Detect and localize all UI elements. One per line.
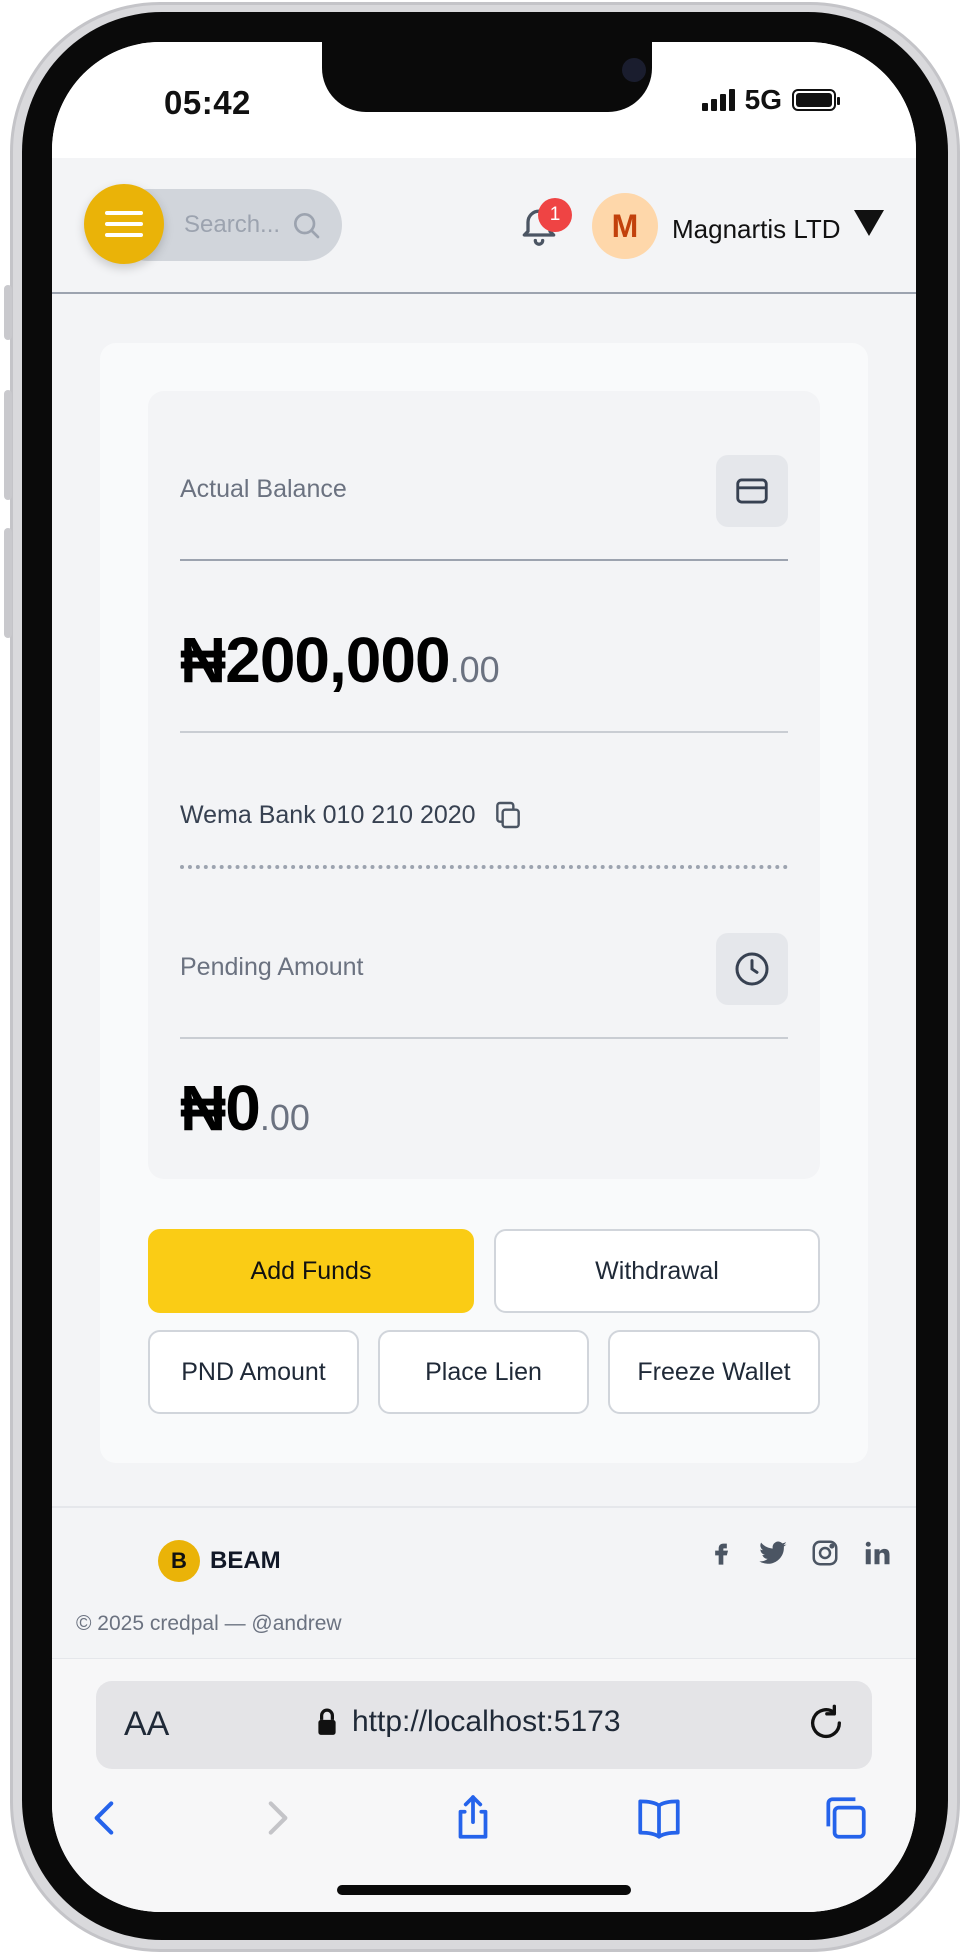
search-icon[interactable] [290,209,322,241]
company-name[interactable]: Magnartis LTD [672,214,841,245]
status-indicators: 5G [701,84,840,116]
url-text: http://localhost:5173 [352,1705,621,1738]
top-navbar: 1 M Magnartis LTD [52,158,916,294]
freeze-wallet-button[interactable]: Freeze Wallet [608,1330,820,1414]
actual-balance-cents: .00 [449,649,500,690]
phone-volume-up [4,390,12,500]
pending-amount-label: Pending Amount [180,953,364,981]
pending-amount-value: ₦0 [180,1072,261,1144]
front-camera [622,58,646,82]
hamburger-menu-button[interactable] [84,184,164,264]
battery-icon [792,89,840,111]
divider [180,559,788,561]
clock-icon-tile [716,933,788,1005]
pending-amount: ₦0 .00 [180,1071,310,1145]
actual-balance-value: ₦200,000 [180,624,451,696]
brand-name: BEAM [210,1547,281,1574]
url-display[interactable]: http://localhost:5173 [316,1705,621,1739]
actual-balance-amount: ₦200,000 .00 [180,623,500,697]
browser-nav-row [52,1793,916,1853]
dotted-divider [180,865,788,869]
address-bar[interactable]: AA http://localhost:5173 [96,1681,872,1769]
divider [180,1037,788,1039]
chevron-down-icon[interactable] [854,210,884,236]
back-icon[interactable] [80,1793,130,1843]
browser-toolbar: AA http://localhost:5173 [52,1658,916,1912]
menu-icon [105,211,143,215]
pnd-amount-button[interactable]: PND Amount [148,1330,359,1414]
wallet-card: Actual Balance ₦200,000 .00 Wema Bank 01… [148,391,820,1179]
withdrawal-button[interactable]: Withdrawal [494,1229,820,1313]
share-icon[interactable] [448,1793,498,1843]
signal-icon [701,89,735,111]
brand-logo-icon: B [158,1540,200,1582]
footer: B BEAM © 2025 credpal — @andrew [52,1506,916,1658]
notification-badge: 1 [538,198,572,232]
pending-amount-cents: .00 [259,1097,310,1138]
search-input[interactable] [184,211,294,239]
card-icon-tile [716,455,788,527]
dynamic-island [322,42,652,112]
avatar[interactable]: M [592,193,658,259]
social-links [704,1536,894,1570]
add-funds-button[interactable]: Add Funds [148,1229,474,1313]
network-type: 5G [744,84,782,115]
bookmarks-icon[interactable] [634,1793,684,1843]
facebook-icon[interactable] [704,1536,738,1570]
clock-icon [735,952,769,986]
status-bar: 05:42 5G [52,42,916,158]
status-time: 05:42 [164,84,251,121]
lock-icon [318,1708,336,1735]
actual-balance-label: Actual Balance [180,475,347,503]
text-size-button[interactable]: AA [124,1705,169,1744]
wallet-panel: Actual Balance ₦200,000 .00 Wema Bank 01… [100,343,868,1463]
phone-volume-down [4,528,12,638]
forward-icon[interactable] [252,1793,302,1843]
home-indicator[interactable] [337,1885,631,1895]
copy-icon[interactable] [492,799,524,831]
brand-logo-link[interactable]: B BEAM [158,1540,281,1582]
instagram-icon[interactable] [808,1536,842,1570]
credit-card-icon [736,478,768,504]
copyright-text: © 2025 credpal — @andrew [76,1612,342,1635]
reload-icon[interactable] [806,1703,846,1743]
linkedin-icon[interactable] [860,1536,894,1570]
bank-account-line: Wema Bank 010 210 2020 [180,799,524,831]
text-size-label: AA [124,1705,170,1743]
app-content: 1 M Magnartis LTD Actual Balance ₦200,00… [52,158,916,1658]
tabs-icon[interactable] [820,1793,870,1843]
bank-account-text: Wema Bank 010 210 2020 [180,800,476,829]
phone-screen: 05:42 5G 1 M Magnartis LTD [52,42,916,1912]
twitter-icon[interactable] [756,1536,790,1570]
place-lien-button[interactable]: Place Lien [378,1330,589,1414]
phone-mute-switch [4,285,12,340]
divider [180,731,788,733]
